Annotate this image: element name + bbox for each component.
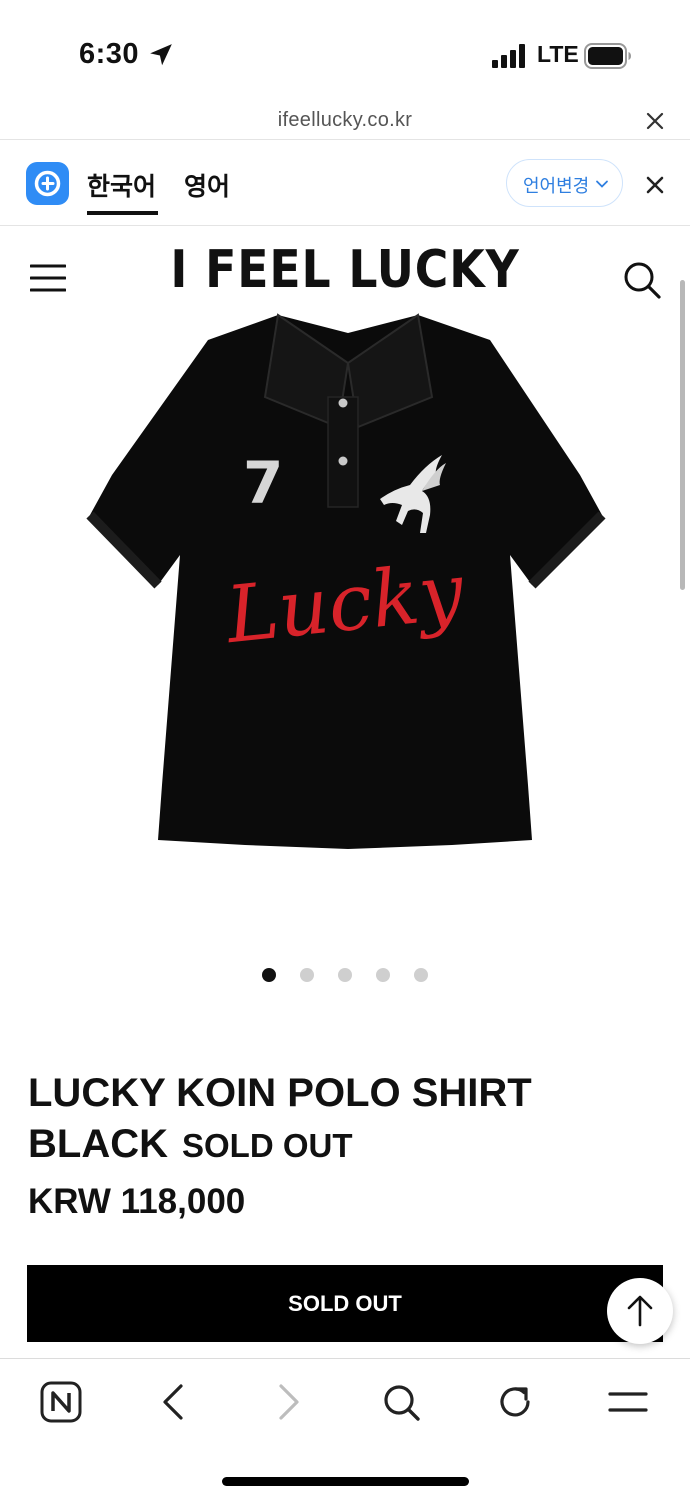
home-indicator[interactable] xyxy=(222,1477,469,1486)
signal-icon xyxy=(492,44,525,68)
close-icon[interactable] xyxy=(644,110,666,132)
status-bar: 6:30 LTE xyxy=(0,0,690,100)
tab-korean[interactable]: 한국어 xyxy=(87,167,156,203)
carousel-dot-2[interactable] xyxy=(300,968,314,982)
location-arrow-icon xyxy=(150,44,172,66)
product-image[interactable]: 7 Lucky xyxy=(80,305,610,860)
chevron-down-icon xyxy=(596,180,608,188)
tab-active-indicator xyxy=(87,211,158,215)
url-bar[interactable]: ifeellucky.co.kr xyxy=(0,100,690,140)
tab-english[interactable]: 영어 xyxy=(184,167,230,203)
forward-icon[interactable] xyxy=(267,1381,309,1423)
carousel-dot-5[interactable] xyxy=(414,968,428,982)
site-logo[interactable]: I FEEL LUCKY xyxy=(41,240,648,300)
menu-icon[interactable] xyxy=(607,1381,649,1423)
sold-out-badge: SOLD OUT xyxy=(181,1127,353,1164)
sold-out-button[interactable]: SOLD OUT xyxy=(27,1265,663,1342)
translate-icon xyxy=(26,162,69,205)
carousel-dots xyxy=(262,968,428,982)
status-time: 6:30 xyxy=(79,38,140,70)
search-icon[interactable] xyxy=(380,1381,422,1423)
change-language-label: 언어변경 xyxy=(523,176,590,196)
refresh-icon[interactable] xyxy=(494,1381,536,1423)
close-icon[interactable] xyxy=(643,173,667,197)
battery-icon xyxy=(584,43,631,69)
naver-icon[interactable] xyxy=(40,1381,82,1423)
product-title: LUCKY KOIN POLO SHIRT BLACK SOLD OUT xyxy=(28,1068,648,1171)
carousel-dot-3[interactable] xyxy=(338,968,352,982)
network-type: LTE xyxy=(537,41,579,67)
shirt-number-graphic: 7 xyxy=(243,449,283,517)
search-icon[interactable] xyxy=(622,260,662,300)
product-price: KRW 118,000 xyxy=(28,1182,246,1221)
arrow-up-icon xyxy=(627,1295,653,1327)
url-text[interactable]: ifeellucky.co.kr xyxy=(0,109,690,132)
carousel-dot-1[interactable] xyxy=(262,968,276,982)
change-language-button[interactable]: 언어변경 xyxy=(506,159,623,207)
scroll-to-top-button[interactable] xyxy=(607,1278,673,1344)
carousel-dot-4[interactable] xyxy=(376,968,390,982)
scroll-indicator[interactable] xyxy=(680,280,685,590)
back-icon[interactable] xyxy=(153,1381,195,1423)
translate-bar: 한국어 영어 언어변경 xyxy=(0,141,690,226)
